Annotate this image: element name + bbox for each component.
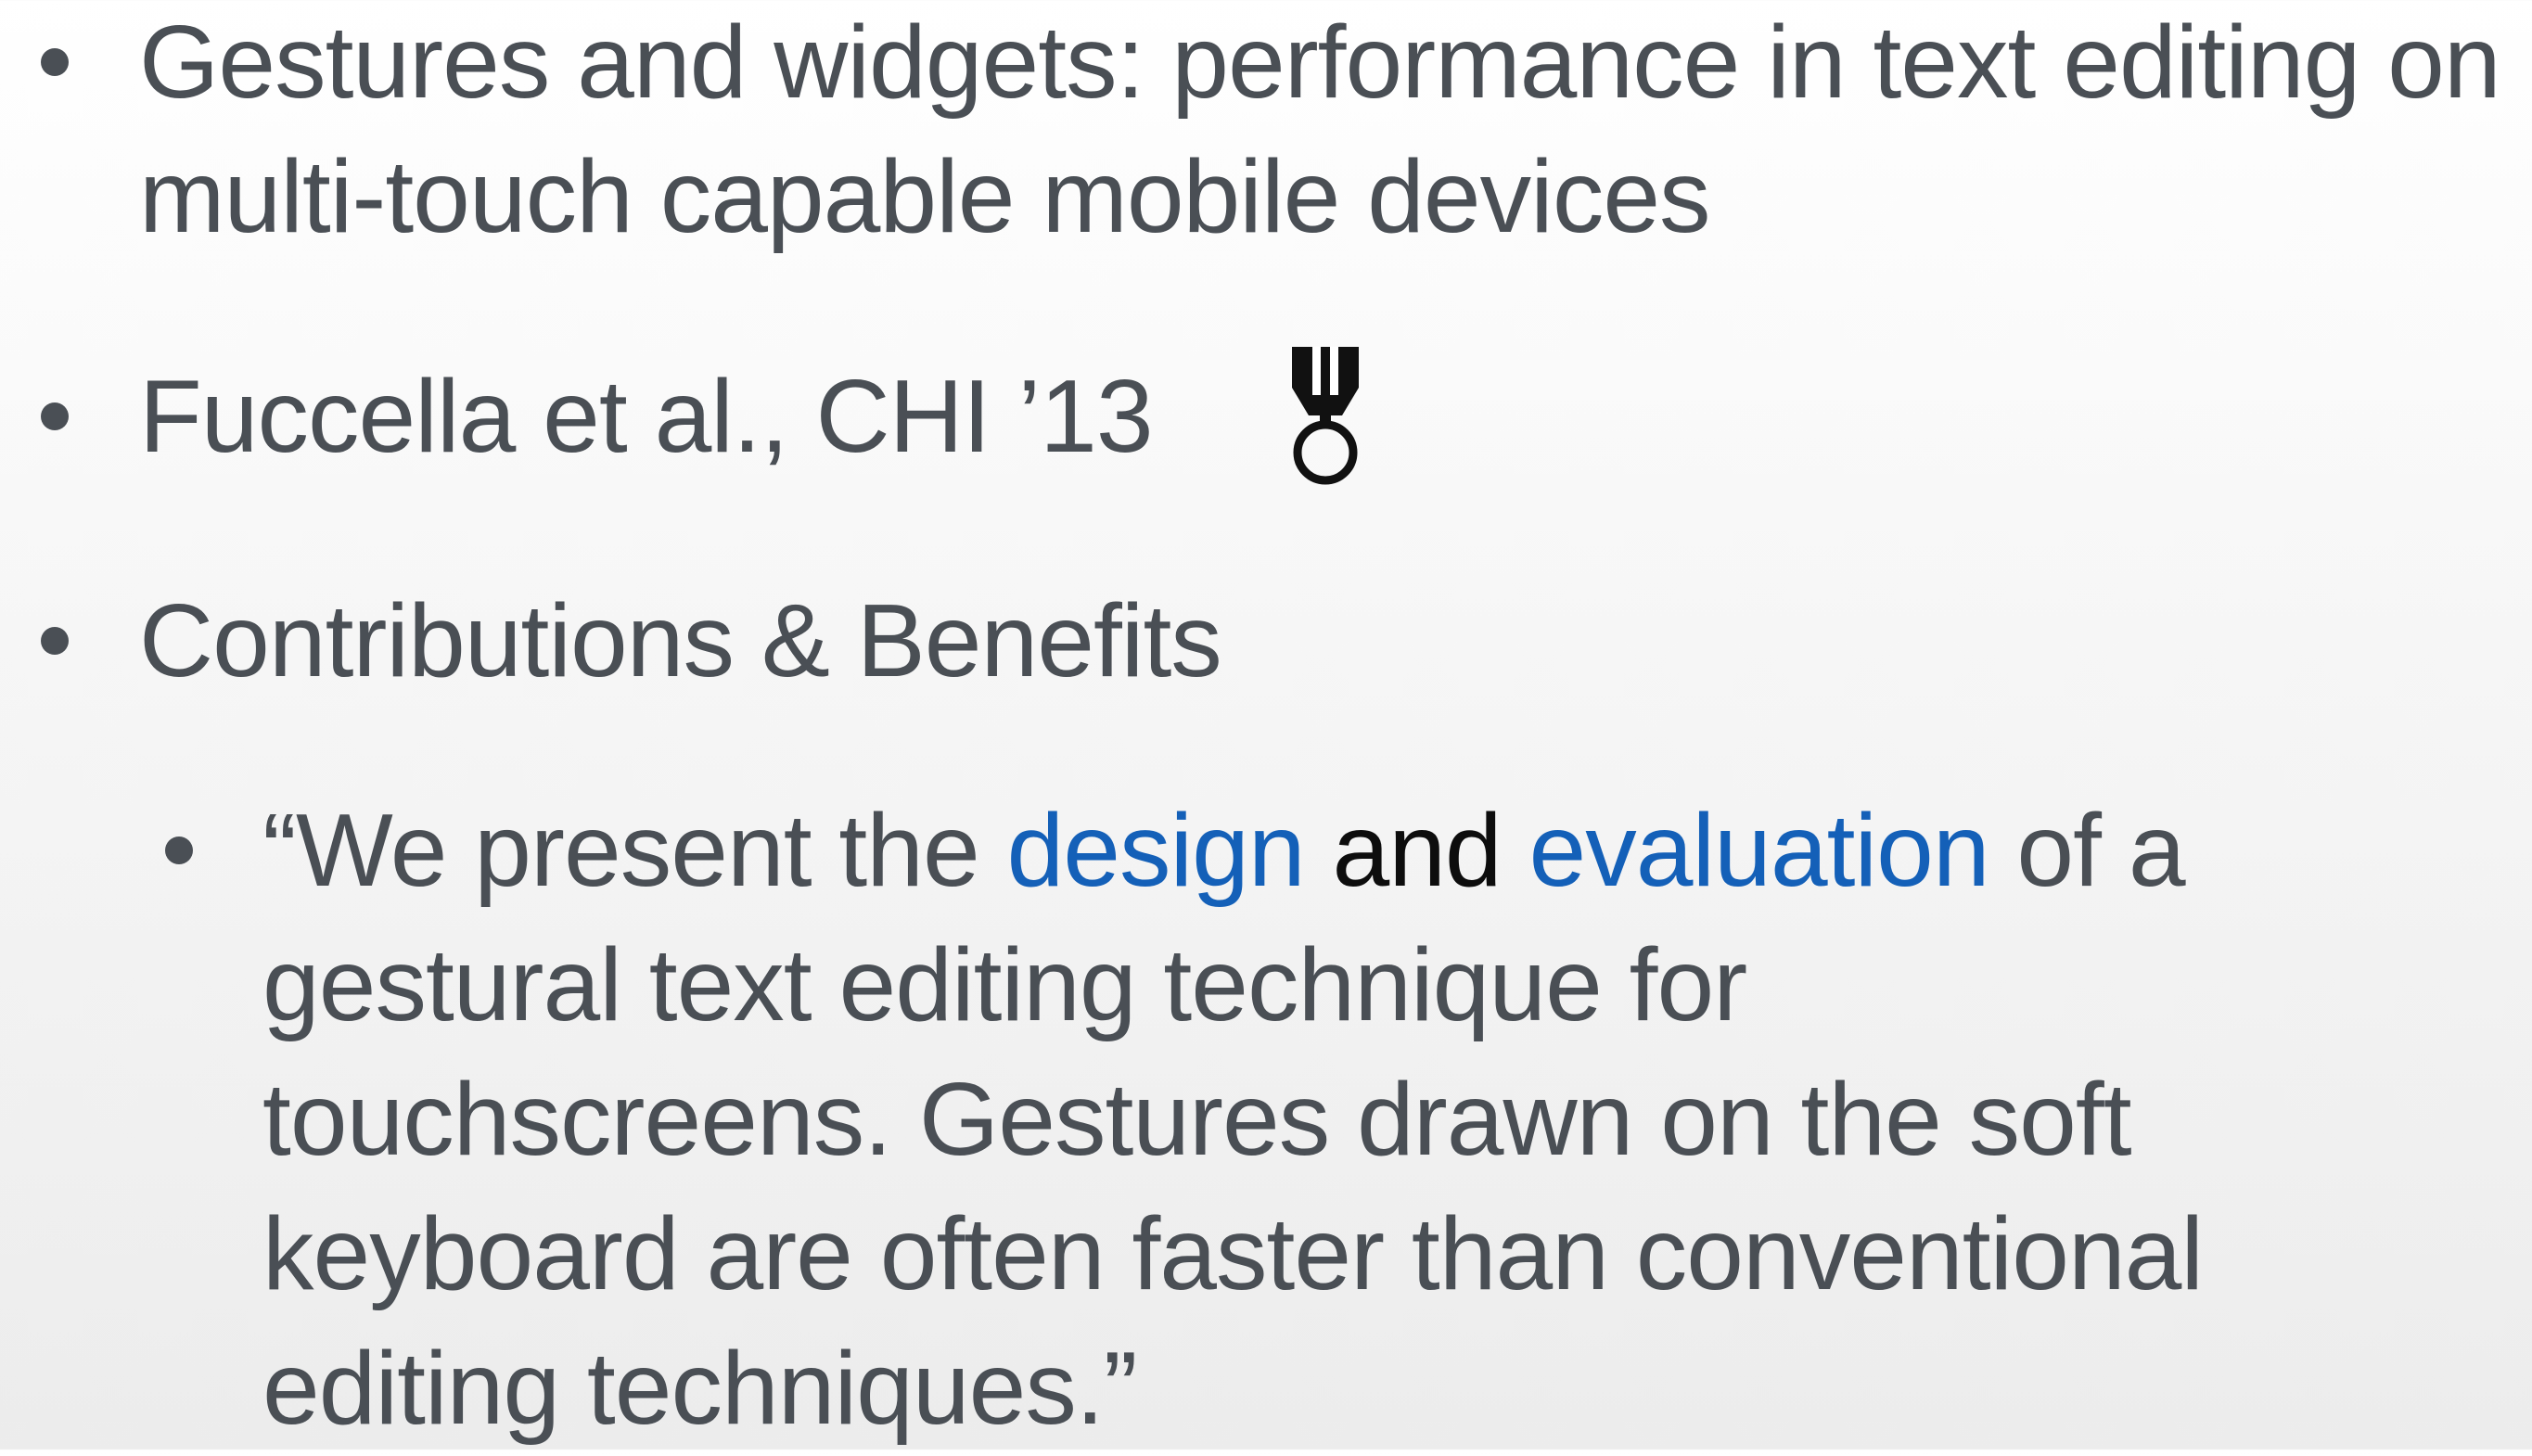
slide: Gestures and widgets: performance in tex…	[0, 0, 2532, 1450]
highlight-and: and	[1304, 793, 1529, 908]
sub-bullet-marker	[165, 837, 193, 864]
bullet-contributions-text: Contributions & Benefits	[139, 583, 1222, 698]
bullet-marker	[41, 402, 69, 430]
quote-text-start: “We present the	[262, 793, 1007, 908]
bullet-paper-title-text: Gestures and widgets: performance in tex…	[139, 5, 2501, 254]
bullet-contributions: Contributions & Benefits	[139, 574, 2513, 709]
bullet-marker	[41, 48, 69, 76]
bullet-marker	[41, 627, 69, 655]
medal-icon	[1292, 347, 1359, 485]
bullet-citation-text: Fuccella et al., CHI ’13	[139, 359, 1154, 474]
highlight-design: design	[1006, 793, 1306, 908]
sub-bullet-quote: “We present the design and evaluation of…	[262, 784, 2359, 1456]
highlight-evaluation: evaluation	[1528, 793, 1990, 908]
bullet-paper-title: Gestures and widgets: performance in tex…	[139, 0, 2513, 264]
